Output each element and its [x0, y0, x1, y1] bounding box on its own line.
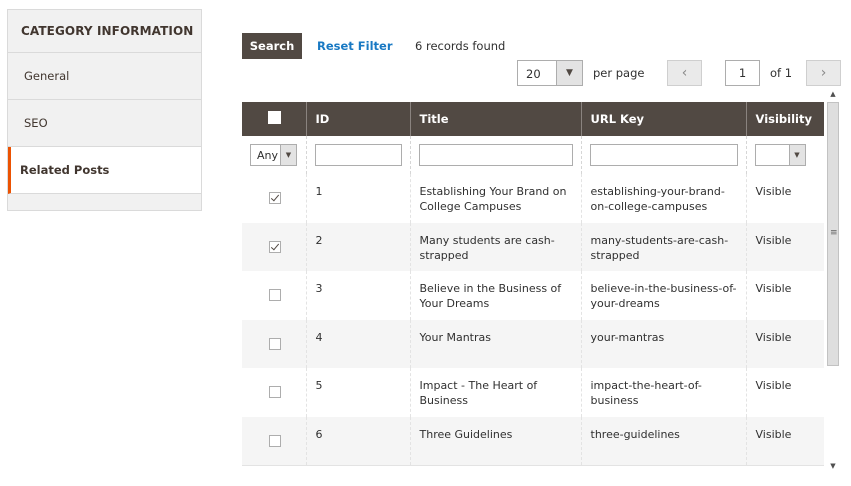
sidebar-item-seo[interactable]: SEO — [8, 100, 201, 147]
reset-filter-link[interactable]: Reset Filter — [317, 39, 393, 53]
cell-url-key: many-students-are-cash-strapped — [581, 222, 747, 271]
cell-url-key: three-guidelines — [581, 416, 747, 465]
filter-row: Any ▼ ▼ — [242, 136, 824, 174]
cell-url-key: impact-the-heart-of-business — [581, 368, 747, 417]
scrollbar-thumb[interactable]: ≡ — [827, 102, 839, 366]
search-button[interactable]: Search — [242, 33, 302, 59]
column-header-url-key[interactable]: URL Key — [581, 102, 747, 136]
grid-header-row: ID Title URL Key Visibility — [242, 102, 824, 136]
cell-id: 1 — [306, 174, 411, 223]
total-pages-label: of 1 — [770, 66, 793, 80]
table-row[interactable]: 1 Establishing Your Brand on College Cam… — [242, 174, 824, 223]
cell-visibility: Visible — [746, 271, 824, 320]
cell-title: Believe in the Business of Your Dreams — [410, 271, 582, 320]
select-all-checkbox[interactable] — [268, 111, 281, 124]
cell-url-key: your-mantras — [581, 319, 747, 368]
row-checkbox[interactable] — [269, 386, 281, 398]
cell-title: Establishing Your Brand on College Campu… — [410, 174, 582, 223]
chevron-down-icon: ▼ — [788, 145, 805, 165]
chevron-right-icon: › — [820, 65, 827, 81]
row-checkbox[interactable] — [269, 240, 281, 253]
cell-visibility: Visible — [746, 416, 824, 465]
table-row[interactable]: 3 Believe in the Business of Your Dreams… — [242, 271, 824, 320]
visibility-filter-select[interactable]: ▼ — [754, 144, 806, 166]
related-posts-grid: ID Title URL Key Visibility Any ▼ ▼ 1 Es… — [242, 102, 824, 466]
per-page-label: per page — [593, 66, 645, 80]
table-row[interactable]: 4 Your Mantras your-mantras Visible — [242, 319, 824, 368]
cell-id: 2 — [306, 222, 411, 271]
cell-title: Many students are cash-strapped — [410, 222, 582, 271]
chevron-left-icon: ‹ — [681, 65, 688, 81]
cell-visibility: Visible — [746, 222, 824, 271]
cell-title: Three Guidelines — [410, 416, 582, 465]
row-checkbox[interactable] — [269, 192, 281, 204]
selection-filter-select[interactable]: Any ▼ — [250, 144, 297, 166]
cell-id: 3 — [306, 271, 411, 320]
cell-visibility: Visible — [746, 174, 824, 223]
sidebar-item-general[interactable]: General — [8, 53, 201, 100]
url-key-filter-input[interactable] — [589, 144, 738, 166]
records-count: 6 records found — [415, 39, 506, 53]
cell-title: Your Mantras — [410, 319, 582, 368]
cell-url-key: believe-in-the-business-of-your-dreams — [581, 271, 747, 320]
row-checkbox[interactable] — [269, 337, 281, 350]
select-all-header[interactable] — [242, 102, 307, 136]
table-row[interactable]: 5 Impact - The Heart of Business impact-… — [242, 368, 824, 417]
cell-id: 6 — [306, 416, 411, 465]
cell-url-key: establishing-your-brand-on-college-campu… — [581, 174, 747, 223]
chevron-down-icon: ▼ — [280, 145, 296, 165]
cell-title: Impact - The Heart of Business — [410, 368, 582, 417]
sidebar-item-related-posts[interactable]: Related Posts — [8, 147, 201, 194]
next-page-button[interactable]: › — [806, 60, 841, 86]
page-number-input[interactable]: 1 — [725, 60, 760, 86]
column-header-title[interactable]: Title — [410, 102, 582, 136]
selection-filter-value: Any — [257, 149, 279, 162]
cell-id: 4 — [306, 319, 411, 368]
cell-visibility: Visible — [746, 368, 824, 417]
scroll-up-arrow-icon[interactable]: ▲ — [826, 88, 840, 100]
column-header-visibility[interactable]: Visibility — [746, 102, 824, 136]
chevron-down-icon: ▼ — [556, 61, 582, 85]
grid-scrollbar[interactable]: ▲ ≡ ▼ — [826, 88, 840, 472]
title-filter-input[interactable] — [418, 144, 573, 166]
per-page-select[interactable]: 20 ▼ — [517, 60, 583, 86]
category-sidebar: CATEGORY INFORMATION General SEO Related… — [7, 9, 202, 211]
scroll-down-arrow-icon[interactable]: ▼ — [826, 460, 840, 472]
previous-page-button[interactable]: ‹ — [667, 60, 702, 86]
table-row[interactable]: 2 Many students are cash-strapped many-s… — [242, 222, 824, 271]
per-page-value: 20 — [526, 67, 541, 81]
row-checkbox[interactable] — [269, 289, 281, 301]
grid-bottom-border — [242, 465, 824, 466]
table-row[interactable]: 6 Three Guidelines three-guidelines Visi… — [242, 416, 824, 465]
cell-visibility: Visible — [746, 319, 824, 368]
cell-id: 5 — [306, 368, 411, 417]
grip-icon: ≡ — [830, 228, 838, 238]
column-header-id[interactable]: ID — [306, 102, 411, 136]
sidebar-title: CATEGORY INFORMATION — [8, 10, 201, 53]
row-checkbox[interactable] — [269, 434, 281, 447]
id-filter-input[interactable] — [314, 144, 402, 166]
